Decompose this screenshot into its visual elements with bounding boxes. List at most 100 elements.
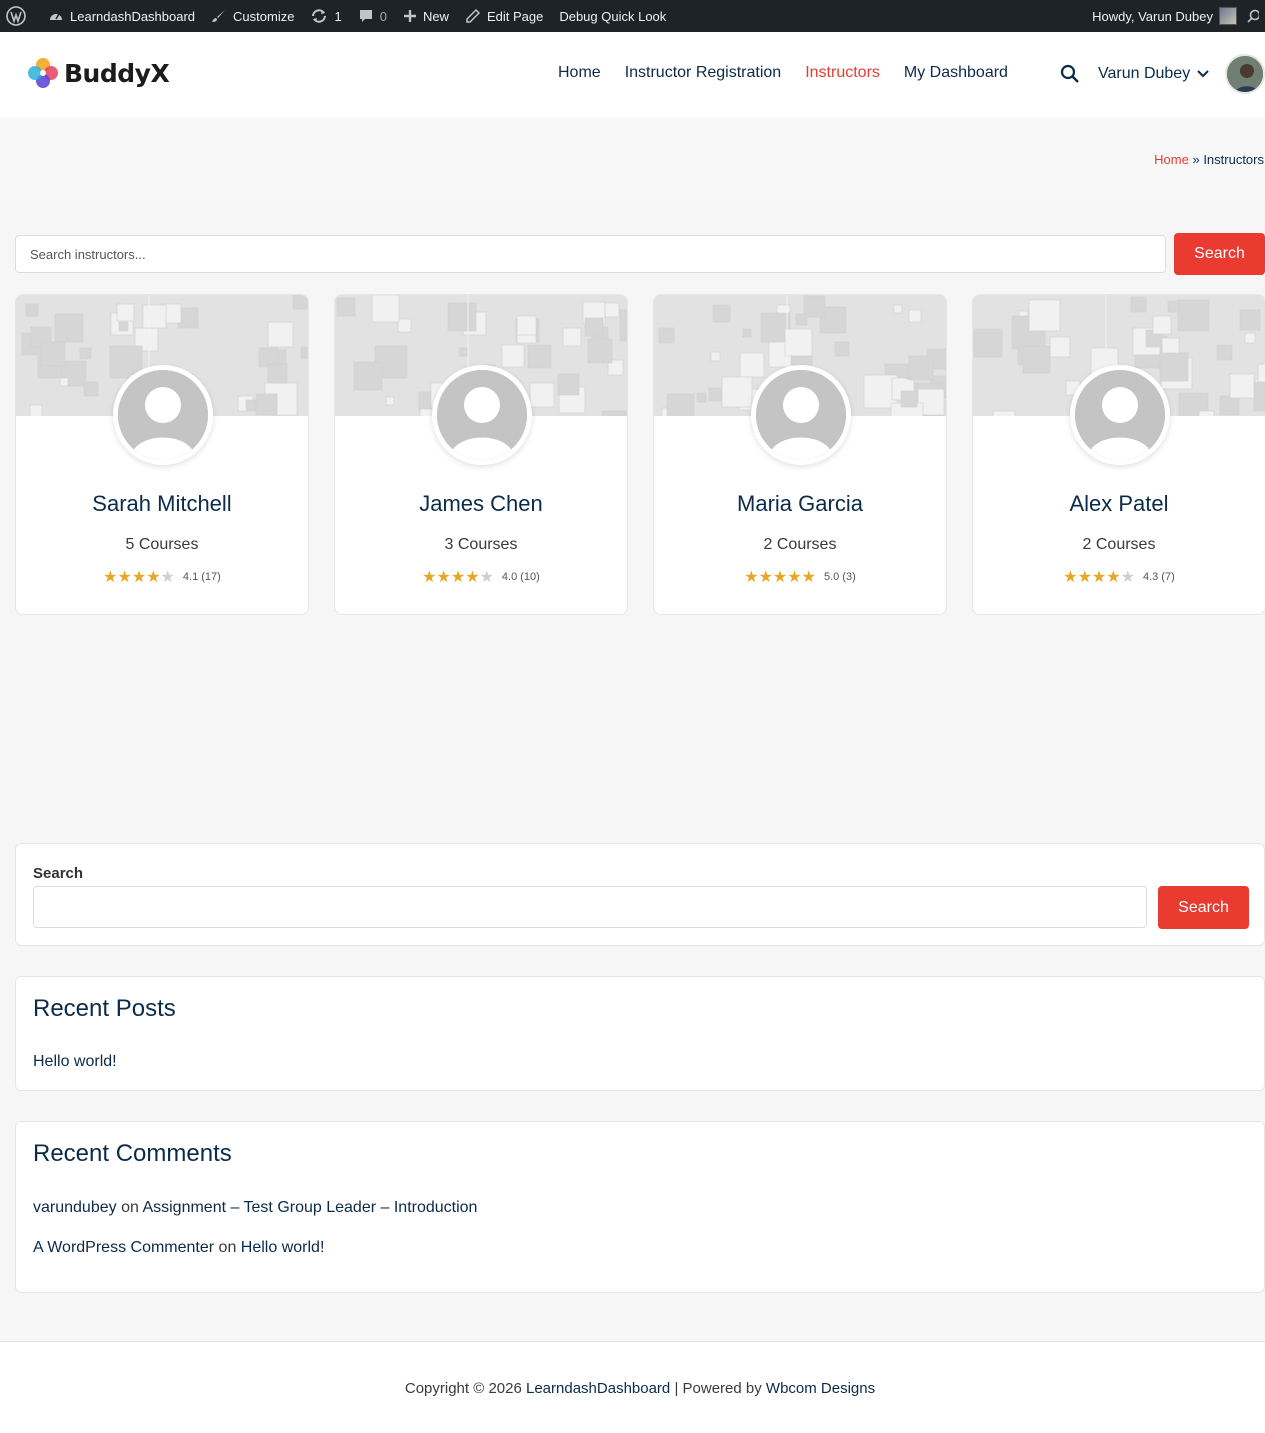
- comment-on-text: on: [218, 1239, 237, 1256]
- default-avatar-icon: [437, 370, 527, 460]
- recent-posts-title: Recent Posts: [33, 995, 176, 1022]
- instructor-name[interactable]: Sarah Mitchell: [16, 491, 308, 517]
- copyright-middle: | Powered by: [674, 1380, 762, 1397]
- instructor-rating: ★★★★★ 4.1 (17): [16, 567, 308, 586]
- user-name: Varun Dubey: [1098, 65, 1191, 82]
- instructor-rating: ★★★★★ 4.0 (10): [335, 567, 627, 586]
- rating-text: 4.1 (17): [182, 570, 221, 583]
- admin-customize-label: Customize: [233, 8, 295, 24]
- star-rating-icon: ★★★★★: [422, 567, 494, 586]
- header-search-icon[interactable]: [1060, 64, 1080, 89]
- instructor-avatar: [1070, 365, 1170, 465]
- site-logo[interactable]: BuddyX: [26, 56, 170, 90]
- breadcrumb-separator: »: [1192, 152, 1200, 167]
- main-nav: Home Instructor Registration Instructors…: [558, 64, 1032, 82]
- footer-company-link[interactable]: Wbcom Designs: [766, 1380, 875, 1397]
- comment-on-text: on: [121, 1199, 139, 1216]
- recent-posts-widget: Recent Posts Hello world!: [15, 976, 1265, 1091]
- instructor-search-button[interactable]: Search: [1174, 233, 1265, 275]
- rating-text: 4.3 (7): [1142, 570, 1175, 583]
- rating-text: 5.0 (3): [823, 570, 856, 583]
- wordpress-logo-icon[interactable]: [0, 0, 40, 32]
- buddyx-logo-icon: [28, 58, 58, 88]
- admin-comments-link[interactable]: 0: [350, 0, 395, 32]
- default-avatar-icon: [1075, 370, 1165, 460]
- admin-debug-label: Debug Quick Look: [559, 8, 667, 24]
- search-widget: Search Search: [15, 843, 1265, 946]
- instructor-courses: 5 Courses: [125, 536, 199, 553]
- instructor-card[interactable]: Maria Garcia 2 Courses ★★★★★ 5.0 (3): [653, 294, 947, 615]
- admin-account-menu[interactable]: Howdy, Varun Dubey: [1084, 0, 1241, 32]
- nav-instructors[interactable]: Instructors: [805, 64, 880, 82]
- plus-icon: [403, 10, 416, 22]
- admin-updates-link[interactable]: 1: [302, 0, 349, 32]
- instructor-card[interactable]: James Chen 3 Courses ★★★★★ 4.0 (10): [334, 294, 628, 615]
- pencil-icon: [466, 8, 481, 23]
- search-widget-label: Search: [33, 865, 84, 882]
- refresh-icon: [312, 9, 327, 23]
- admin-edit-page-label: Edit Page: [486, 8, 544, 24]
- admin-search-icon[interactable]: [1241, 0, 1265, 32]
- nav-instructor-registration[interactable]: Instructor Registration: [625, 64, 782, 82]
- copyright-prefix: Copyright © 2026: [404, 1380, 522, 1397]
- instructor-name[interactable]: Maria Garcia: [654, 491, 946, 517]
- recent-comments-title: Recent Comments: [33, 1140, 232, 1167]
- admin-new-label: New: [422, 8, 449, 24]
- comment-bubble-icon: [359, 10, 372, 22]
- rating-text: 4.0 (10): [501, 570, 540, 583]
- star-rating-icon: ★★★★★: [744, 567, 816, 586]
- instructor-card[interactable]: Alex Patel 2 Courses ★★★★★ 4.3 (7): [972, 294, 1265, 615]
- instructor-avatar: [751, 365, 851, 465]
- copyright: Copyright © 2026 LearndashDashboard | Po…: [0, 1380, 1265, 1397]
- admin-debug-link[interactable]: Debug Quick Look: [551, 0, 674, 32]
- admin-new-link[interactable]: New: [395, 0, 457, 32]
- search-widget-button[interactable]: Search: [1158, 886, 1249, 929]
- admin-updates-count: 1: [334, 8, 342, 24]
- breadcrumb-current: Instructors: [1203, 152, 1264, 167]
- recent-comment-item: A WordPress Commenter on Hello world!: [33, 1239, 324, 1257]
- brush-icon: [212, 10, 226, 22]
- breadcrumb-band: Home » Instructors: [0, 118, 1265, 200]
- instructor-avatar: [432, 365, 532, 465]
- breadcrumb: Home » Instructors: [1154, 152, 1264, 167]
- admin-edit-page-link[interactable]: Edit Page: [457, 0, 551, 32]
- search-widget-input[interactable]: [33, 886, 1147, 928]
- instructor-search: Search: [15, 233, 1265, 275]
- star-rating-icon: ★★★★★: [1063, 567, 1135, 586]
- chevron-down-icon: [1197, 70, 1209, 78]
- breadcrumb-home[interactable]: Home: [1154, 152, 1189, 167]
- comment-author-link[interactable]: varundubey: [33, 1199, 117, 1216]
- comment-author-link[interactable]: A WordPress Commenter: [33, 1239, 214, 1256]
- recent-comments-widget: Recent Comments varundubey on Assignment…: [15, 1121, 1265, 1293]
- recent-post-link[interactable]: Hello world!: [33, 1053, 117, 1071]
- instructor-rating: ★★★★★ 4.3 (7): [973, 567, 1265, 586]
- default-avatar-icon: [118, 370, 208, 460]
- instructor-courses: 3 Courses: [444, 536, 518, 553]
- default-avatar-icon: [756, 370, 846, 460]
- admin-comments-count: 0: [379, 8, 387, 24]
- admin-site-label: LearndashDashboard: [70, 8, 196, 24]
- nav-home[interactable]: Home: [558, 64, 601, 82]
- instructor-search-input[interactable]: [15, 235, 1166, 273]
- comment-post-link[interactable]: Hello world!: [241, 1239, 325, 1256]
- admin-customize-link[interactable]: Customize: [203, 0, 302, 32]
- instructor-grid: Sarah Mitchell 5 Courses ★★★★★ 4.1 (17) …: [15, 294, 1265, 616]
- instructor-courses: 2 Courses: [1082, 536, 1156, 553]
- instructor-name[interactable]: James Chen: [335, 491, 627, 517]
- admin-avatar: [1219, 7, 1237, 25]
- user-avatar[interactable]: [1225, 54, 1265, 94]
- dashboard-icon: [50, 13, 62, 20]
- instructor-avatar: [113, 365, 213, 465]
- admin-site-link[interactable]: LearndashDashboard: [40, 0, 203, 32]
- recent-comment-item: varundubey on Assignment – Test Group Le…: [33, 1199, 477, 1217]
- comment-post-link[interactable]: Assignment – Test Group Leader – Introdu…: [142, 1199, 477, 1216]
- logo-text: BuddyX: [64, 58, 170, 88]
- instructor-card[interactable]: Sarah Mitchell 5 Courses ★★★★★ 4.1 (17): [15, 294, 309, 615]
- footer-site-link[interactable]: LearndashDashboard: [526, 1380, 670, 1397]
- site-footer: Copyright © 2026 LearndashDashboard | Po…: [0, 1341, 1265, 1433]
- instructor-rating: ★★★★★ 5.0 (3): [654, 567, 946, 586]
- user-menu[interactable]: Varun Dubey: [1098, 65, 1210, 83]
- instructor-name[interactable]: Alex Patel: [973, 491, 1265, 517]
- nav-my-dashboard[interactable]: My Dashboard: [904, 64, 1008, 82]
- instructor-courses: 2 Courses: [763, 536, 837, 553]
